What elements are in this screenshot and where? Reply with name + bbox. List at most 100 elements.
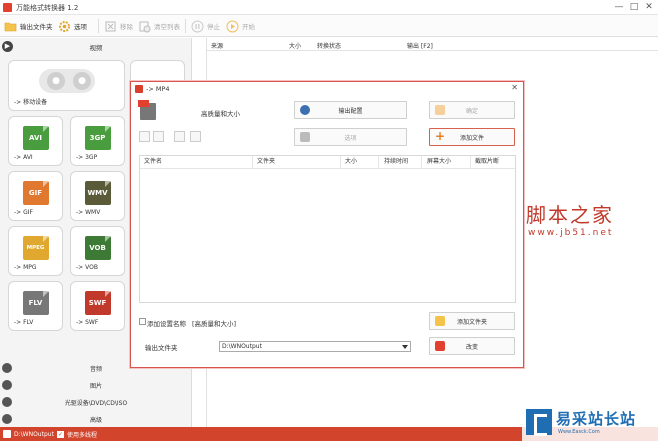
tile-mobile-label: -> 移动设备: [14, 99, 48, 106]
setting-value: [高质量和大小]: [192, 320, 237, 328]
ok-label: 确定: [465, 107, 478, 115]
col-divider: [252, 156, 253, 168]
yicai-title: 易采站长站: [556, 410, 637, 428]
yicai-logo-icon: [526, 409, 552, 436]
ok-button[interactable]: 确定: [429, 101, 515, 119]
output-folder-value: D:\WNOutput: [222, 343, 262, 350]
start-button[interactable]: 开始: [226, 18, 255, 34]
tile-swf[interactable]: SWF -> SWF: [70, 281, 125, 331]
col-clip[interactable]: 截取片断: [475, 156, 499, 168]
config-icon: [300, 105, 310, 115]
col-status[interactable]: 转换状态: [317, 41, 341, 50]
output-folder-select[interactable]: D:\WNOutput: [219, 341, 411, 352]
col-size[interactable]: 大小: [289, 41, 301, 50]
options-button[interactable]: 选项: [58, 18, 87, 34]
output-folder-field-label: 输出文件夹: [145, 344, 178, 352]
col-divider: [421, 156, 422, 168]
ok-icon: [435, 105, 445, 115]
optical-category[interactable]: 光驱设备\DVD\CD\ISO: [0, 394, 192, 410]
tile-avi[interactable]: AVI -> AVI: [8, 116, 63, 166]
avi-icon: AVI: [22, 126, 49, 150]
col-size-dialog[interactable]: 大小: [345, 156, 357, 168]
stop-label: 停止: [207, 23, 220, 31]
tile-3gp[interactable]: 3GP -> 3GP: [70, 116, 125, 166]
change-label: 改变: [465, 343, 478, 351]
video-category[interactable]: ▶ 视频: [0, 38, 192, 55]
music-icon: [2, 363, 12, 373]
options-icon: [300, 132, 310, 142]
swf-icon: SWF: [84, 291, 111, 315]
add-folder-button[interactable]: 添加文件夹: [429, 312, 515, 330]
android-icon: ●: [73, 72, 91, 90]
picture-category-label: 图片: [89, 382, 102, 390]
col-duration[interactable]: 持续时间: [384, 156, 408, 168]
title-bar: 万能格式转换器 1.2 — □ ✕: [0, 0, 658, 15]
tile-vob-label: -> VOB: [76, 264, 98, 271]
remove-icon: [105, 21, 116, 31]
tile-flv-label: -> FLV: [14, 319, 34, 326]
move-small-icon[interactable]: [153, 131, 164, 142]
pause-icon: [191, 20, 204, 32]
col-folder[interactable]: 文件夹: [257, 156, 275, 168]
col-source[interactable]: 来源: [211, 41, 223, 50]
add-small-icon[interactable]: [139, 131, 150, 142]
minimize-button[interactable]: —: [612, 1, 626, 13]
clear-list-button[interactable]: 清空列表: [138, 18, 180, 34]
jb51-url-watermark: www.jb51.net: [528, 228, 614, 238]
remove-button[interactable]: 移除: [104, 18, 133, 34]
mpeg-icon: MPEG: [22, 236, 49, 260]
file-list-header: 来源 大小 转换状态 输出 [F2]: [207, 38, 658, 51]
multithread-label: 使用多线程: [66, 431, 97, 439]
output-folder-button[interactable]: 输出文件夹: [4, 18, 53, 34]
picture-category[interactable]: 图片: [0, 377, 192, 393]
change-button[interactable]: 改变: [429, 337, 515, 355]
tile-vob[interactable]: VOB -> VOB: [70, 226, 125, 276]
advanced-category[interactable]: 高级: [0, 411, 192, 427]
col-screen-size[interactable]: 屏幕大小: [427, 156, 451, 168]
disc-icon: [2, 397, 12, 407]
tile-flv[interactable]: FLV -> FLV: [8, 281, 63, 331]
vob-icon: VOB: [84, 236, 111, 260]
output-config-button[interactable]: 输出配置: [294, 101, 407, 119]
col-filename[interactable]: 文件名: [144, 156, 162, 168]
picture-icon: [2, 380, 12, 390]
dialog-title-bar: -> MP4 ✕: [131, 82, 523, 96]
tile-gif[interactable]: GIF -> GIF: [8, 171, 63, 221]
plus-icon: +: [435, 129, 446, 143]
table-header-line: [140, 168, 515, 169]
app-logo-icon: [3, 3, 12, 12]
close-button[interactable]: ✕: [642, 1, 656, 13]
play-icon: [226, 20, 239, 32]
convert-dialog: -> MP4 ✕ 高质量和大小 输出配置 确定 选项 + 添加文件 文件名 文件…: [130, 81, 524, 368]
options-button-dialog[interactable]: 选项: [294, 128, 407, 146]
change-icon: [435, 341, 445, 351]
options-label: 选项: [74, 23, 87, 31]
window-title: 万能格式转换器 1.2: [16, 4, 79, 12]
output-config-label: 输出配置: [338, 107, 363, 115]
maximize-button[interactable]: □: [627, 1, 641, 13]
dialog-close-icon[interactable]: ✕: [511, 83, 518, 92]
add-folder-icon: [435, 316, 445, 326]
flv-icon: FLV: [22, 291, 49, 315]
tile-swf-label: -> SWF: [76, 319, 99, 326]
dialog-file-table[interactable]: 文件名 文件夹 大小 持续时间 屏幕大小 截取片断: [139, 155, 516, 303]
multithread-checkbox[interactable]: ✓: [56, 430, 64, 438]
stop-button[interactable]: 停止: [191, 18, 220, 34]
add-setting-checkbox[interactable]: [139, 318, 146, 325]
yicai-watermark: 易采站长站 Www.Easck.Com: [522, 408, 658, 441]
add-file-button[interactable]: + 添加文件: [429, 128, 515, 146]
col-divider: [470, 156, 471, 168]
tile-mobile-device[interactable]: ● ● -> 移动设备: [8, 60, 125, 111]
wmv-icon: WMV: [84, 181, 111, 205]
dialog-logo-icon: [135, 85, 143, 93]
add-file-label: 添加文件: [459, 134, 484, 142]
tile-wmv[interactable]: WMV -> WMV: [70, 171, 125, 221]
add-setting-label: 添加设置名称: [147, 320, 186, 328]
col-output[interactable]: 输出 [F2]: [407, 41, 433, 50]
list-small-icon[interactable]: [190, 131, 201, 142]
toolbar: 输出文件夹 选项 移除 清空列表 停止 开始: [0, 15, 658, 37]
tile-mpg[interactable]: MPEG -> MPG: [8, 226, 63, 276]
options-label-dialog: 选项: [344, 134, 357, 142]
output-folder-label: 输出文件夹: [20, 23, 53, 31]
delete-small-icon[interactable]: [174, 131, 185, 142]
